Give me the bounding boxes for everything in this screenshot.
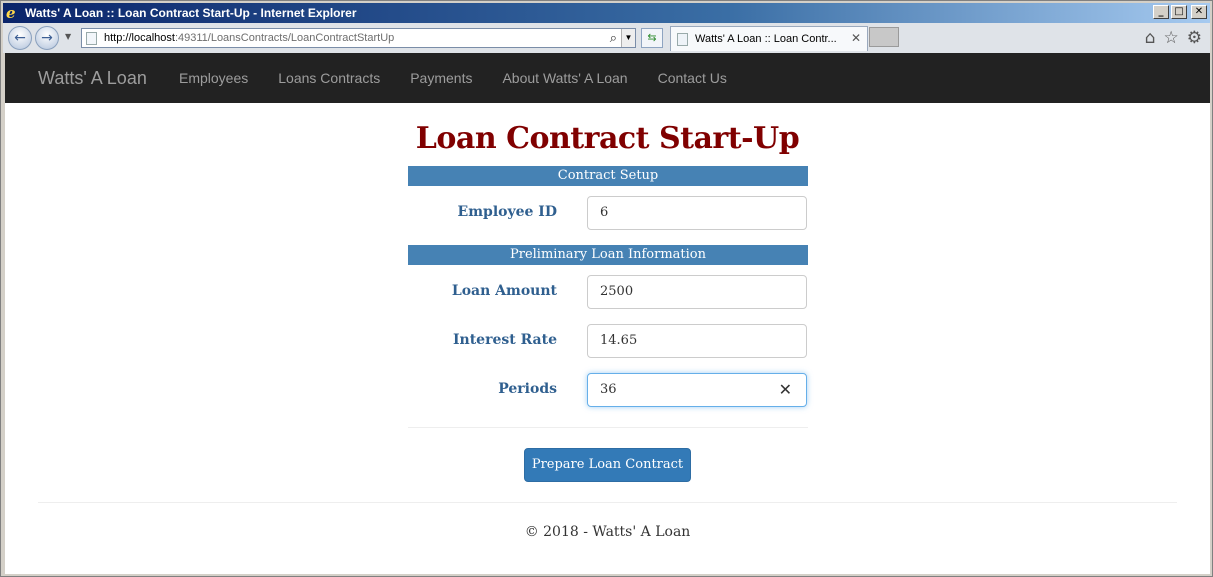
settings-gear-icon[interactable]: ⚙ (1187, 28, 1202, 48)
nav-links: Employees Loans Contracts Payments About… (179, 70, 757, 86)
prepare-loan-contract-button[interactable]: Prepare Loan Contract (524, 448, 691, 482)
compatibility-refresh-button[interactable]: ⇆ (641, 28, 663, 48)
footer-text: © 2018 - Watts' A Loan (524, 524, 691, 540)
address-dropdown-icon[interactable]: ▼ (621, 29, 635, 47)
url-host: http://localhost (104, 32, 175, 44)
nav-link-contact[interactable]: Contact Us (658, 70, 727, 86)
periods-field[interactable]: 36 ✕ (587, 373, 807, 407)
minimize-button[interactable]: _ (1153, 5, 1169, 19)
tab-close-icon[interactable]: ✕ (851, 31, 861, 45)
section-contract-setup: Contract Setup (408, 166, 808, 186)
new-tab-button[interactable] (869, 27, 899, 47)
section-preliminary-loan-info: Preliminary Loan Information (408, 245, 808, 265)
tab-page-icon (677, 33, 688, 46)
loan-amount-label: Loan Amount (451, 283, 557, 299)
window-title: Watts' A Loan :: Loan Contract Start-Up … (25, 6, 357, 20)
address-url[interactable]: http://localhost:49311/LoansContracts/Lo… (104, 32, 394, 44)
address-bar[interactable]: http://localhost:49311/LoansContracts/Lo… (81, 28, 636, 48)
home-icon[interactable]: ⌂ (1145, 28, 1156, 48)
tab-loan-contract[interactable]: Watts' A Loan :: Loan Contr... ✕ (670, 26, 868, 51)
footer-divider (38, 502, 1177, 503)
clear-input-icon[interactable]: ✕ (779, 374, 792, 406)
nav-link-about[interactable]: About Watts' A Loan (502, 70, 627, 86)
employee-id-label: Employee ID (457, 204, 557, 220)
maximize-button[interactable]: □ (1171, 5, 1187, 19)
search-icon[interactable]: ⌕ (610, 30, 617, 46)
form-divider (408, 427, 808, 428)
page-viewport: Watts' A Loan Employees Loans Contracts … (5, 53, 1210, 574)
interest-rate-label: Interest Rate (452, 332, 557, 348)
employee-id-value: 6 (600, 205, 609, 220)
interest-rate-field[interactable]: 14.65 (587, 324, 807, 358)
nav-link-payments[interactable]: Payments (410, 70, 472, 86)
window-controls: _ □ ✕ (1153, 5, 1207, 19)
loan-amount-value: 2500 (600, 284, 634, 299)
url-path: :49311/LoansContracts/LoanContractStartU… (174, 32, 395, 44)
favorites-star-icon[interactable]: ☆ (1164, 28, 1179, 48)
ie-logo-icon: e (6, 4, 16, 22)
nav-link-loans-contracts[interactable]: Loans Contracts (278, 70, 380, 86)
browser-toolbar: ← → ▼ http://localhost:49311/LoansContra… (3, 23, 1210, 53)
employee-id-field[interactable]: 6 (587, 196, 807, 230)
forward-button[interactable]: → (35, 26, 59, 50)
browser-window: e Watts' A Loan :: Loan Contract Start-U… (0, 0, 1213, 577)
back-button[interactable]: ← (8, 26, 32, 50)
periods-label: Periods (498, 381, 557, 397)
site-navbar: Watts' A Loan Employees Loans Contracts … (5, 53, 1210, 103)
history-dropdown-icon[interactable]: ▼ (65, 32, 71, 41)
loan-amount-field[interactable]: 2500 (587, 275, 807, 309)
nav-link-employees[interactable]: Employees (179, 70, 248, 86)
periods-value: 36 (600, 382, 617, 397)
page-icon (86, 32, 97, 45)
interest-rate-value: 14.65 (600, 333, 638, 348)
browser-icons: ⌂ ☆ ⚙ (1145, 28, 1202, 48)
close-window-button[interactable]: ✕ (1191, 5, 1207, 19)
title-bar: e Watts' A Loan :: Loan Contract Start-U… (3, 3, 1210, 23)
navbar-brand[interactable]: Watts' A Loan (38, 68, 147, 89)
tab-label: Watts' A Loan :: Loan Contr... (695, 33, 837, 45)
page-title: Loan Contract Start-Up (415, 121, 800, 156)
